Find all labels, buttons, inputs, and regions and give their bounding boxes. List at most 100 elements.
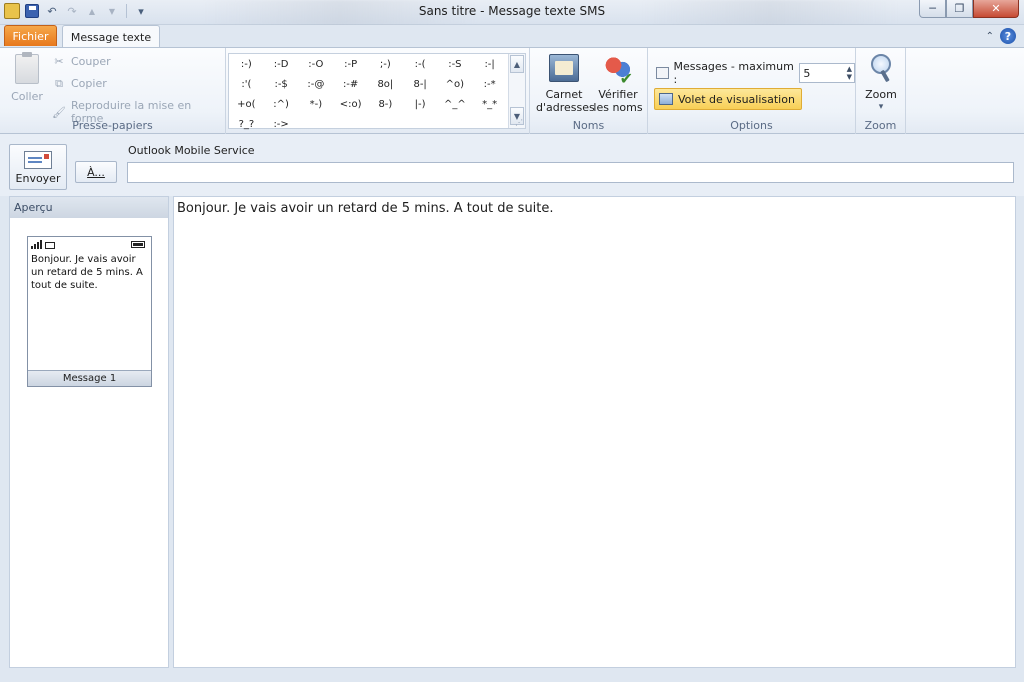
help-icon[interactable]: ? [1000,28,1016,44]
group-label-names: Noms [572,119,605,132]
title-bar: ↶ ↷ ▲ ▼ ▾ Sans titre - Message texte SMS… [0,0,1024,25]
check-names-icon [603,54,633,85]
cut-label: Couper [71,55,111,68]
max-messages-row: Messages - maximum : 5 ▲ ▼ [656,60,855,86]
emoticon-item[interactable]: <:o) [333,95,368,113]
emoticon-item[interactable]: |-) [403,95,438,113]
emoticon-item[interactable]: :-S [438,55,473,73]
address-book-label-1: Carnet [545,88,583,101]
emoticon-item[interactable]: :-> [264,115,299,133]
address-book-button[interactable]: Carnet d'adresses [536,54,595,114]
emoticon-item[interactable]: 8-| [403,75,438,93]
message-counter: Message 1 [28,370,151,386]
emoticon-item[interactable]: ^_^ [438,95,473,113]
emoticon-item[interactable]: :'( [229,75,264,93]
phone-status-bar [28,237,151,251]
copy-button[interactable]: ⧉ Copier [52,77,107,90]
to-field[interactable] [127,162,1014,183]
preview-pane-label: Volet de visualisation [678,92,795,106]
send-button[interactable]: Envoyer [9,144,67,190]
to-button[interactable]: À... [75,161,117,183]
sms-envelope-icon [45,241,55,249]
preview-pane: Aperçu Bonjour. Je vais avoir un retard … [9,196,169,668]
emoticon-item[interactable]: :-D [264,55,299,73]
group-zoom: Zoom ▾ Zoom [856,48,906,134]
check-names-button[interactable]: Vérifier les noms [593,54,643,114]
gallery-resize-grip-icon[interactable]: ⋰ [515,118,523,127]
preview-pane-toggle[interactable]: Volet de visualisation [654,88,802,110]
emoticon-item[interactable]: *-) [299,95,334,113]
gallery-scrollbar: ▲ ▼ [508,54,525,128]
max-messages-spinner[interactable]: 5 ▲ ▼ [799,63,855,83]
gallery-scroll-up-button[interactable]: ▲ [510,55,524,73]
magnifier-icon [870,54,892,84]
emoticon-item[interactable]: ^o) [438,75,473,93]
window-title: Sans titre - Message texte SMS [418,4,606,18]
ribbon-right-controls: ⌃ ? [986,28,1016,44]
zoom-label: Zoom [865,88,897,101]
clipboard-icon [15,52,39,84]
copy-icon: ⧉ [55,77,63,90]
emoticon-item[interactable]: :-( [403,55,438,73]
preview-header: Aperçu [10,197,168,218]
window-bottom-border [0,674,1024,682]
scissors-icon: ✂ [54,55,64,68]
address-book-label-2: d'adresses [536,101,595,114]
emoticon-item[interactable]: :-$ [264,75,299,93]
signal-icon [31,239,42,249]
emoticon-item[interactable]: :-@ [299,75,334,93]
emoticon-item[interactable]: 8o| [368,75,403,93]
group-label-options: Options [730,119,773,132]
emoticon-item[interactable]: :-P [333,55,368,73]
address-book-icon [549,54,579,82]
spinner-up-icon[interactable]: ▲ [847,65,852,73]
tab-message-text[interactable]: Message texte [62,25,160,48]
service-name: Outlook Mobile Service [128,144,255,157]
group-clipboard: Coller ✂ Couper ⧉ Copier 🖌 Reproduire la… [0,48,226,134]
emoticon-item[interactable]: *_* [472,95,507,113]
emoticon-item[interactable]: :-) [229,55,264,73]
emoticon-grid: :-):-D:-O:-P ;-):-(:-S:-|:'(:-$:-@:-# 8o| 8… [229,55,507,133]
paintbrush-icon: 🖌 [52,105,66,119]
paste-label: Coller [11,90,43,103]
zoom-dropdown-icon: ▾ [878,102,884,112]
emoticon-item[interactable]: +o( [229,95,264,113]
main-area: Aperçu Bonjour. Je vais avoir un retard … [7,196,1017,671]
cut-button[interactable]: ✂ Couper [52,55,111,68]
minimize-button[interactable]: ─ [919,0,946,18]
close-button[interactable]: ✕ [973,0,1019,18]
paste-button[interactable]: Coller [8,52,46,103]
emoticon-gallery: :-):-D:-O:-P ;-):-(:-S:-|:'(:-$:-@:-# 8o| 8… [228,53,526,130]
spinner-arrows[interactable]: ▲ ▼ [847,65,852,81]
ribbon-tabs: Fichier Message texte ⌃ ? [0,25,1024,48]
ribbon: Coller ✂ Couper ⧉ Copier 🖌 Reproduire la… [0,47,1024,134]
battery-icon [131,240,145,248]
emoticon-item[interactable]: :^) [264,95,299,113]
phone-preview: Bonjour. Je vais avoir un retard de 5 mi… [27,236,152,387]
group-label-zoom: Zoom [864,119,897,132]
emoticon-item[interactable]: :-O [299,55,334,73]
preview-pane-icon [659,93,673,105]
phone-status-left [31,239,55,249]
message-body-editor[interactable]: Bonjour. Je vais avoir un retard de 5 mi… [173,196,1016,668]
max-messages-value: 5 [803,66,811,80]
group-label-clipboard: Presse-papiers [72,119,153,132]
emoticon-item[interactable]: 8-) [368,95,403,113]
copy-label: Copier [71,77,107,90]
emoticon-item[interactable]: ;-) [368,55,403,73]
spinner-down-icon[interactable]: ▼ [847,73,852,81]
emoticon-item[interactable]: :-| [472,55,507,73]
send-envelope-icon [24,151,52,169]
collapse-ribbon-icon[interactable]: ⌃ [986,31,994,42]
max-messages-label: Messages - maximum : [673,60,794,86]
emoticon-item[interactable]: :-# [333,75,368,93]
tab-file[interactable]: Fichier [4,25,57,46]
restore-button[interactable]: ❐ [946,0,973,18]
send-label: Envoyer [15,172,61,185]
compose-header: Envoyer Outlook Mobile Service À... [0,134,1024,196]
emoticon-item[interactable]: :-* [472,75,507,93]
emoticon-item[interactable]: ?_? [229,115,264,133]
check-names-label-2: les noms [593,101,643,114]
group-names: Carnet d'adresses Vérifier les noms Noms [530,48,648,134]
zoom-button[interactable]: Zoom ▾ [860,54,902,114]
